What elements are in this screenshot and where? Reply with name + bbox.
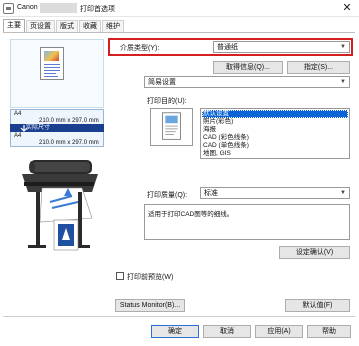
thumbnail-line [44,76,58,77]
media-type-select[interactable]: 普通纸 ▼ [213,41,350,53]
tab-divider [3,32,355,33]
chevron-down-icon: ▼ [340,190,346,196]
divider [3,316,355,317]
cancel-button[interactable]: 取消 [203,325,251,338]
get-info-button[interactable]: 取得信息(Q)... [213,61,283,74]
print-quality-label: 打印质量(Q): [147,192,188,199]
printer-app-icon [3,3,14,14]
printer-icon [22,160,98,251]
tab-favorites[interactable]: 收藏 [79,20,101,32]
print-quality-select[interactable]: 标准 ▼ [200,187,350,199]
print-quality-value: 标准 [204,190,218,197]
status-monitor-button[interactable]: Status Monitor(B)... [115,299,185,312]
redacted-printer-name [40,3,77,13]
page-thumbnail [40,47,64,80]
print-purpose-preview-icon [150,108,193,146]
print-purpose-label: 打印目的(U): [147,98,187,105]
window-title-app: Canon [17,4,38,11]
settings-confirm-button[interactable]: 设定确认(V) [279,246,350,259]
chevron-down-icon: ▼ [340,44,346,50]
output-size: A4 [14,133,22,139]
media-type-value: 普通纸 [217,44,238,51]
ok-button[interactable]: 确定 [151,325,199,338]
tab-page-setup[interactable]: 页设置 [26,20,55,32]
settings-mode-select[interactable]: 简易设置 ▼ [144,76,350,88]
purpose-item-photo[interactable]: 照片(彩色) [203,118,233,126]
settings-mode-value: 简易设置 [148,79,176,86]
thumbnail-line [44,67,60,68]
purpose-item-poster[interactable]: 海报 [203,126,216,134]
close-icon[interactable]: ✕ [340,1,354,15]
print-purpose-list[interactable]: 默认设置 照片(彩色) 海报 CAD (彩色线条) CAD (单色线条) 地图,… [200,108,350,159]
apply-button[interactable]: 应用(A) [255,325,303,338]
media-type-label: 介质类型(Y): [120,45,160,52]
thumbnail-image [44,51,59,61]
preview-before-print-checkbox[interactable] [116,272,124,280]
tab-maintenance[interactable]: 维护 [102,20,124,32]
preview-before-print-label[interactable]: 打印前预览(W) [127,272,173,282]
thumbnail-line [44,64,60,65]
output-dimensions: 210.0 mm x 297.0 mm [39,140,99,146]
purpose-item-cad-mono[interactable]: CAD (单色线条) [203,142,249,150]
purpose-item-map-gis[interactable]: 地图, GIS [203,150,231,158]
chevron-down-icon: ▼ [340,79,346,85]
help-button[interactable]: 帮助 [307,325,351,338]
specify-button[interactable]: 指定(S)... [287,61,350,74]
defaults-button[interactable]: 默认值(F) [285,299,350,312]
description-text: 适用于打印CAD图等的细线。 [148,211,234,218]
purpose-item-default[interactable]: 默认设置 [202,110,348,118]
thumbnail-line [44,70,60,71]
scale-bar [10,124,104,132]
window-title: 打印首选项 [80,6,115,13]
tab-main[interactable]: 主要 [3,19,25,32]
thumbnail-line [44,73,56,74]
paper-size: A4 [14,111,22,117]
purpose-item-cad-color[interactable]: CAD (彩色线条) [203,134,249,142]
scale-label: 实际尺寸 [26,125,51,131]
tab-layout[interactable]: 版式 [56,20,78,32]
